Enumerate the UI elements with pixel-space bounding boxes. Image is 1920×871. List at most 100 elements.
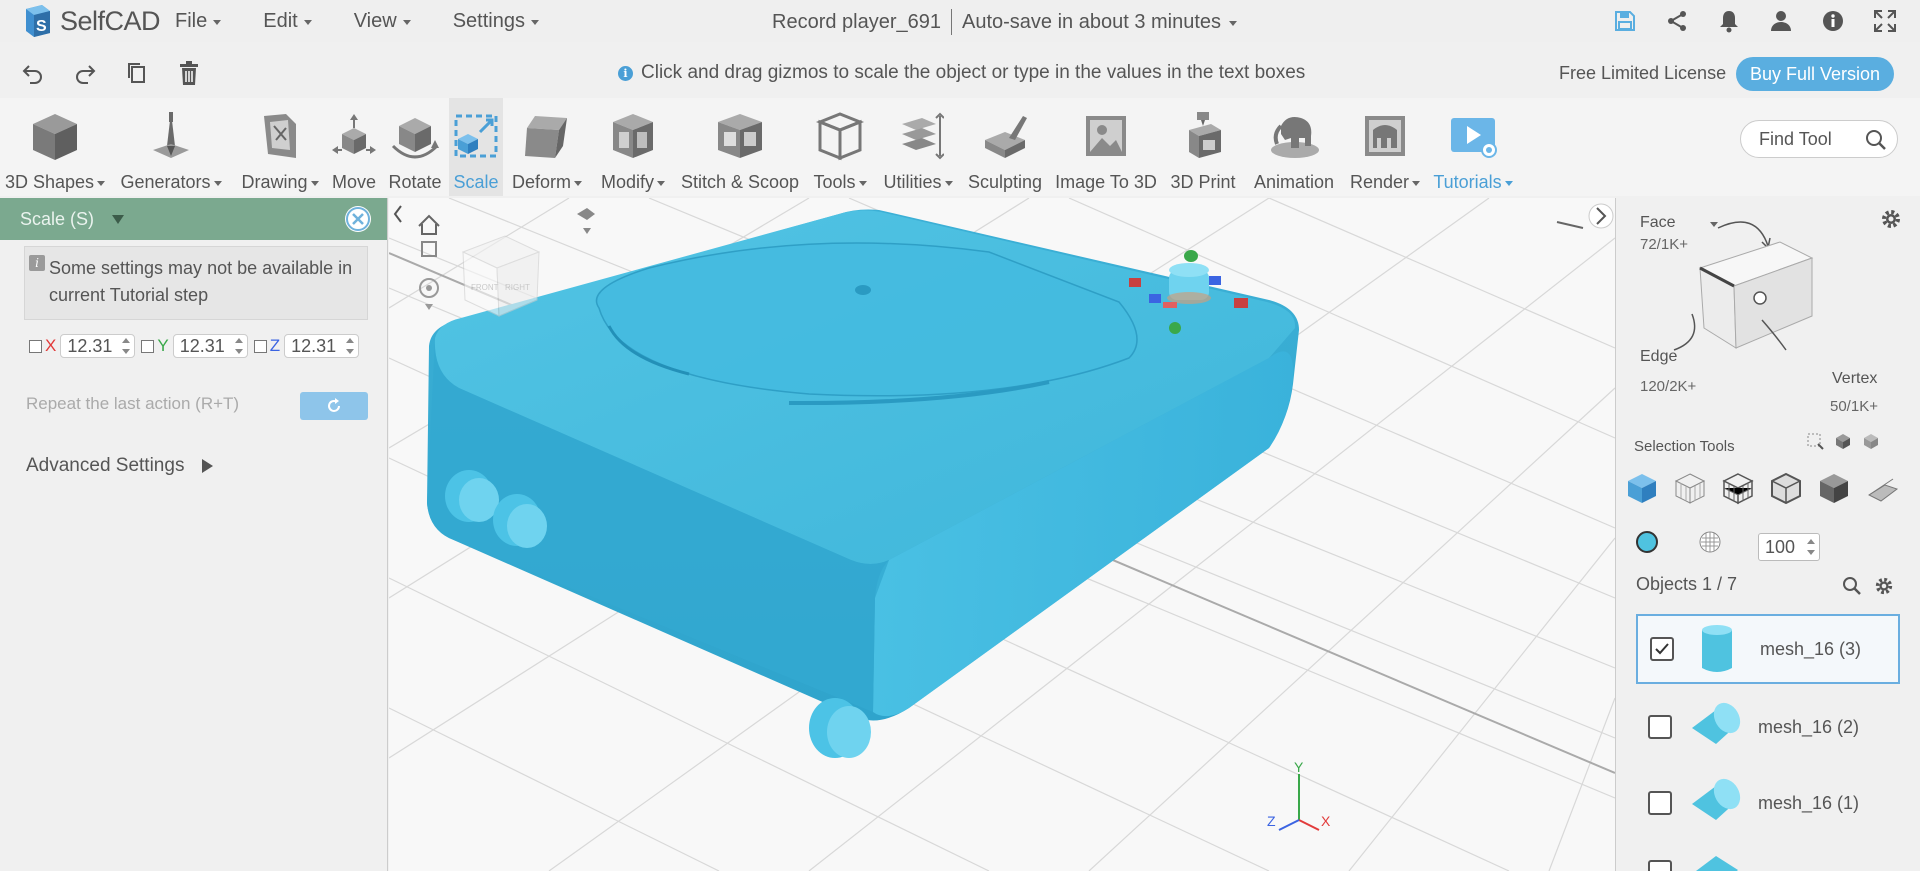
record-player-model[interactable] [427, 209, 1299, 759]
tool-label: Modify [600, 172, 654, 192]
z-scale-input[interactable]: 12.31 [284, 334, 360, 358]
tool-stitch-scoop[interactable]: Stitch & Scoop [676, 98, 804, 196]
tool-drawing[interactable]: Drawing [232, 98, 328, 196]
main-menu: File Edit View Settings [175, 0, 581, 42]
tool-image-to-3d[interactable]: Image To 3D [1052, 98, 1160, 196]
select-solid-icon[interactable] [1622, 468, 1662, 508]
object-list-item[interactable]: mesh_16 (3) [1636, 614, 1900, 684]
tool-utilities[interactable]: Utilities [876, 98, 960, 196]
select-wireframe-icon[interactable] [1718, 468, 1758, 508]
menu-settings[interactable]: Settings [453, 10, 539, 33]
stepper-icon[interactable] [346, 338, 355, 354]
object-visibility-checkbox[interactable] [1648, 791, 1672, 815]
view-cube[interactable]: FRONT RIGHT [461, 235, 541, 317]
select-shaded-icon[interactable] [1814, 468, 1854, 508]
bell-icon[interactable] [1714, 6, 1744, 36]
fullscreen-icon[interactable] [1870, 6, 1900, 36]
stepper-icon[interactable] [122, 338, 131, 354]
logo[interactable]: S SelfCAD [20, 2, 161, 40]
y-scale-input[interactable]: 12.31 [172, 334, 248, 358]
object-visibility-checkbox[interactable] [1650, 637, 1674, 661]
tool-generators[interactable]: Generators [116, 98, 226, 196]
find-tool-input[interactable]: Find Tool [1740, 120, 1898, 158]
vertex-label[interactable]: Vertex [1832, 370, 1877, 388]
x-scale-input[interactable]: 12.31 [60, 334, 136, 358]
object-visibility-checkbox[interactable] [1648, 715, 1672, 739]
select-grid-icon[interactable] [1670, 468, 1710, 508]
menu-view[interactable]: View [354, 10, 411, 33]
tool-label: Deform [511, 172, 571, 192]
menu-view-label: View [353, 9, 397, 32]
light-icon[interactable] [577, 208, 595, 234]
tool-tools[interactable]: Tools [808, 98, 872, 196]
objects-search-icon[interactable] [1842, 576, 1862, 601]
face-label[interactable]: Face [1640, 214, 1676, 232]
advanced-settings-toggle[interactable]: Advanced Settings [26, 455, 214, 477]
settings-gear-icon[interactable] [1880, 208, 1902, 235]
tool-animation[interactable]: Animation [1246, 98, 1342, 196]
redo-icon[interactable] [72, 60, 98, 86]
menu-file[interactable]: File [175, 10, 222, 33]
tool-label: 3D Print [1170, 172, 1236, 192]
expand-right-icon[interactable] [1588, 203, 1614, 229]
undo-icon[interactable] [20, 60, 46, 86]
panel-header[interactable]: Scale (S) [0, 198, 387, 240]
collapse-left-icon[interactable] [393, 205, 402, 223]
color-swatch[interactable] [1636, 531, 1658, 553]
tool-3d-print[interactable]: 3D Print [1164, 98, 1242, 196]
tool-3d-shapes[interactable]: 3D Shapes [0, 98, 110, 196]
object-list-item-partial[interactable] [1636, 844, 1900, 871]
object-list-item[interactable]: mesh_16 (2) [1636, 692, 1900, 762]
object-list-item[interactable]: mesh_16 (1) [1636, 768, 1900, 838]
autosave-status[interactable]: Auto-save in about 3 minutes [962, 11, 1221, 34]
project-name[interactable]: Record player_691 [772, 11, 941, 34]
info-icon: i [618, 65, 633, 81]
opacity-input[interactable]: 100 [1758, 533, 1820, 561]
tool-sculpting[interactable]: Sculpting [962, 98, 1048, 196]
chevron-down-icon[interactable] [1710, 222, 1718, 227]
info-icon[interactable] [1818, 6, 1848, 36]
share-icon[interactable] [1662, 6, 1692, 36]
x-lock-checkbox[interactable] [29, 339, 42, 353]
user-icon[interactable] [1766, 6, 1796, 36]
stepper-icon[interactable] [1807, 539, 1815, 555]
object-visibility-checkbox[interactable] [1648, 860, 1672, 871]
collapse-icon[interactable] [112, 214, 125, 224]
home-view-icon[interactable] [418, 214, 440, 235]
save-icon[interactable] [1610, 6, 1640, 36]
edge-label[interactable]: Edge [1640, 348, 1677, 366]
stepper-icon[interactable] [234, 338, 243, 354]
tool-tutorials[interactable]: Tutorials [1428, 98, 1518, 196]
selection-tool-icons [1622, 468, 1902, 508]
repeat-button[interactable] [300, 392, 368, 420]
refresh-icon [328, 398, 340, 412]
mesh-select-icon[interactable] [1862, 432, 1880, 450]
tool-move[interactable]: Move [326, 98, 382, 196]
copy-icon[interactable] [124, 60, 150, 86]
objects-settings-gear-icon[interactable] [1874, 576, 1894, 601]
chevron-down-icon [213, 181, 222, 186]
scene-canvas[interactable]: FRONT RIGHT Y X Z [389, 198, 1615, 871]
buy-full-version-button[interactable]: Buy Full Version [1736, 57, 1894, 91]
tool-render[interactable]: Render [1344, 98, 1426, 196]
box-select-icon[interactable] [1806, 432, 1824, 450]
scale-panel: Scale (S) i Some settings may not be ava… [0, 198, 388, 871]
texture-icon[interactable] [1698, 530, 1722, 559]
tool-label: Tools [813, 172, 856, 192]
chevron-down-icon[interactable] [1229, 20, 1238, 26]
tool-rotate[interactable]: Rotate [384, 98, 446, 196]
trash-icon[interactable] [176, 60, 202, 86]
select-outline-icon[interactable] [1766, 468, 1806, 508]
z-lock-checkbox[interactable] [253, 339, 267, 353]
close-icon[interactable] [345, 206, 371, 232]
y-lock-checkbox[interactable] [141, 339, 155, 353]
search-icon[interactable] [1865, 129, 1887, 151]
tool-scale[interactable]: Scale [449, 98, 503, 196]
tool-modify[interactable]: Modify [594, 98, 672, 196]
object-select-icon[interactable] [1834, 432, 1852, 450]
menu-edit[interactable]: Edit [263, 10, 312, 33]
3d-viewport[interactable]: FRONT RIGHT Y X Z [389, 198, 1615, 871]
tool-deform[interactable]: Deform [506, 98, 588, 196]
select-plane-icon[interactable] [1862, 468, 1902, 508]
x-value: 12.31 [67, 335, 113, 356]
